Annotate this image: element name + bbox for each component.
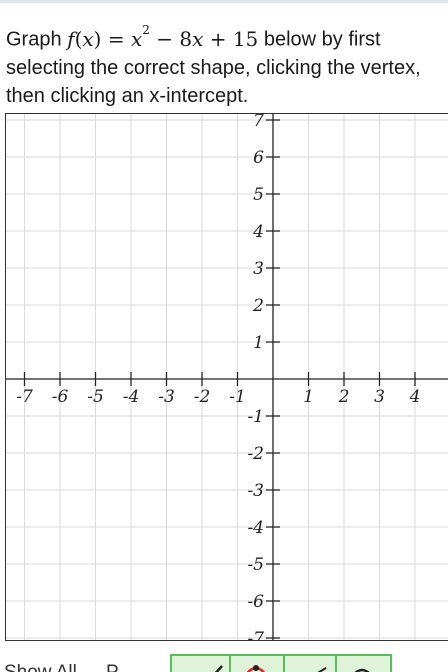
y-tick-label: 7 [253,113,264,131]
y-tick-label: -3 [247,481,264,501]
y-tick-label: 2 [252,296,264,316]
equals-sign: = [101,26,131,51]
parabola-up-icon[interactable] [240,665,272,672]
x-tick-label: -1 [229,387,246,407]
y-tick-label: -7 [247,629,264,641]
show-all-button[interactable]: Show All [4,662,77,672]
term1-exponent: 2 [142,23,150,37]
y-tick-label: -4 [247,518,264,538]
tool-button-group [170,654,392,672]
p-label: P [106,662,119,672]
linear-tool-icon[interactable] [296,667,327,672]
term2-variable: x [192,26,204,51]
y-tick-label: 1 [253,333,264,353]
term1-variable: x [130,26,143,51]
function-expression: f(x) = x2 − 8x + 15 [67,23,259,51]
prompt-text-start: Graph [6,28,68,51]
term3-constant: + 15 [203,26,259,51]
term2-coefficient: − 8 [149,26,193,51]
x-tick-label: 1 [303,387,314,407]
function-variable: x [82,26,94,51]
x-tick-label: -5 [87,387,104,407]
function-name: f [67,26,75,51]
y-tick-label: -5 [247,555,264,575]
y-tick-label: 6 [253,148,264,168]
x-tick-label: -3 [158,387,175,407]
y-tick-label: -6 [247,592,264,612]
y-tick-label: -1 [247,407,264,427]
y-tick-label: 5 [253,185,264,205]
y-tick-label: 3 [253,259,264,279]
graph-toolbar: Show All P [0,648,448,672]
x-tick-label: -7 [16,387,33,407]
x-tick-label: -6 [52,387,69,407]
graphing-area[interactable]: -7 -6 -5 -4 -3 -2 -1 1 2 3 4 7 6 5 4 3 2 1 -1 -2 -3 -4 -5 -6 -7 [5,113,448,641]
question-prompt: Graph f(x) = x2 − 8x + 15 below by first… [6,20,448,110]
y-tick-label: -2 [247,444,264,464]
x-tick-label: -4 [123,387,140,407]
x-tick-label: 4 [409,387,421,407]
x-tick-label: -2 [194,387,211,407]
top-border [0,0,448,3]
x-tick-label: 2 [338,387,350,407]
tool-icons [204,656,370,672]
line-tool-icon[interactable] [204,665,223,672]
x-tick-label: 3 [374,387,385,407]
y-tick-label: 4 [252,222,264,242]
coordinate-plane[interactable]: -7 -6 -5 -4 -3 -2 -1 1 2 3 4 7 6 5 4 3 2 1 -1 -2 -3 -4 -5 -6 -7 [5,113,448,641]
